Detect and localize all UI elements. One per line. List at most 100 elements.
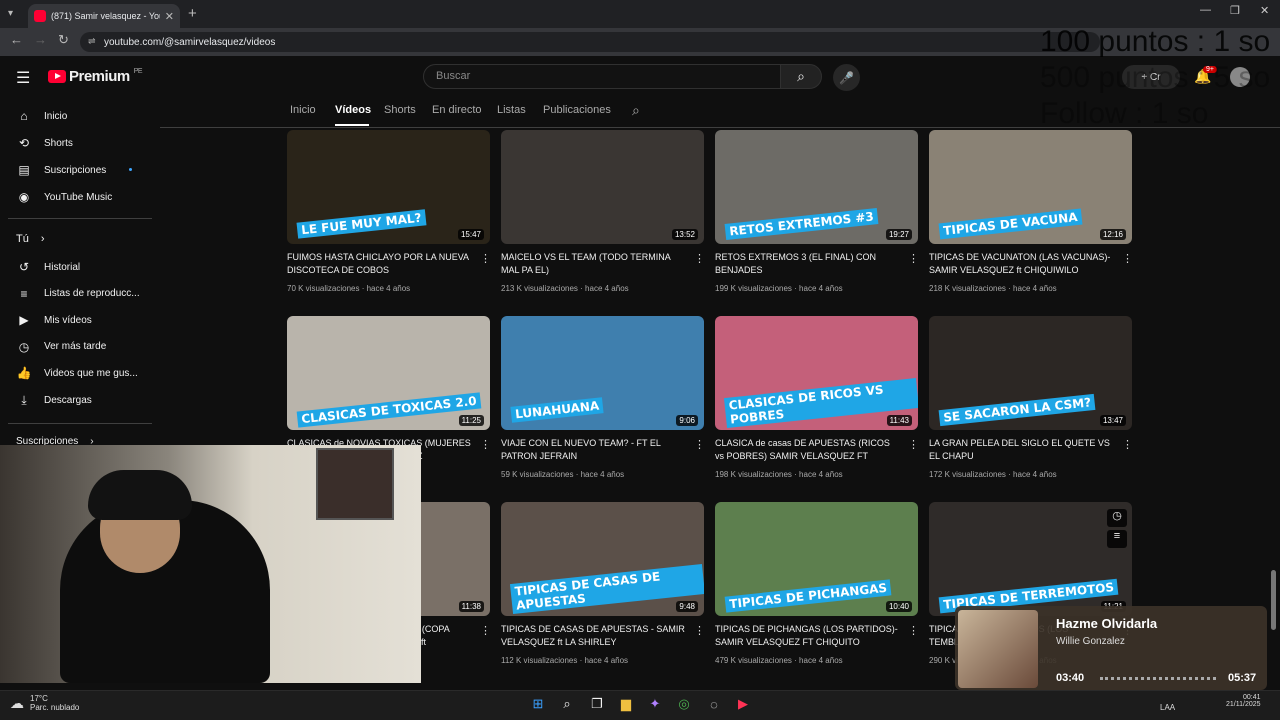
scrollbar-thumb[interactable] — [1271, 570, 1276, 630]
video-thumbnail[interactable]: SE SACARON LA CSM? 13:47 — [929, 316, 1132, 430]
taskbar-search-icon[interactable]: ⌕ — [559, 696, 575, 712]
channel-search-icon[interactable]: ⌕ — [632, 102, 640, 119]
like-icon: 👍 — [16, 366, 32, 381]
video-meta: 112 K visualizaciones · hace 4 años — [501, 656, 629, 665]
back-icon[interactable]: ← — [10, 32, 23, 47]
video-more-options-icon[interactable]: ⋮ — [908, 438, 919, 451]
close-window-icon[interactable]: ✕ — [1260, 4, 1269, 17]
video-thumbnail[interactable]: 13:52 — [501, 130, 704, 244]
video-more-options-icon[interactable]: ⋮ — [694, 438, 705, 451]
watch-later-hover-icon[interactable]: ◷ — [1107, 509, 1127, 527]
video-title[interactable]: MAICELO VS EL TEAM (TODO TERMINA MAL PA … — [501, 251, 686, 277]
overlay-line-1: 100 puntos : 1 so — [1040, 25, 1271, 58]
sidebar-item-shorts[interactable]: ⟲ Shorts — [16, 136, 146, 150]
sidebar-item-label: Historial — [44, 261, 81, 273]
site-info-icon[interactable]: ⇌ — [88, 36, 96, 47]
youtube-favicon-icon — [34, 10, 46, 22]
video-more-options-icon[interactable]: ⋮ — [1122, 252, 1133, 265]
tab-publicaciones[interactable]: Publicaciones — [543, 104, 611, 116]
sidebar-item-listas-de-reproducc[interactable]: ≡ Listas de reproducc... — [16, 287, 146, 301]
date: 21/11/2025 — [1226, 701, 1261, 708]
video-thumbnail[interactable]: TIPICAS DE VACUNA 12:16 — [929, 130, 1132, 244]
video-more-options-icon[interactable]: ⋮ — [908, 252, 919, 265]
thumbnail-caption: LE FUE MUY MAL? — [296, 209, 427, 239]
video-thumbnail[interactable]: TIPICAS DE PICHANGAS 10:40 — [715, 502, 918, 616]
youtube-premium-logo[interactable]: Premium PE — [48, 68, 143, 85]
video-more-options-icon[interactable]: ⋮ — [908, 624, 919, 637]
video-meta: 218 K visualizaciones · hace 4 años — [929, 284, 1057, 293]
watch-later-icon: ◷ — [18, 339, 30, 354]
search-button[interactable]: ⌕ — [780, 64, 822, 89]
copilot-icon[interactable]: ✦ — [647, 696, 663, 712]
forward-icon[interactable]: → — [34, 32, 47, 47]
video-title[interactable]: LA GRAN PELEA DEL SIGLO EL QUETE VS EL C… — [929, 437, 1114, 463]
task-view-icon[interactable]: ❐ — [589, 696, 605, 712]
tab-videos[interactable]: Vídeos — [335, 104, 371, 116]
voice-search-button[interactable]: 🎤 — [833, 64, 860, 91]
video-thumbnail[interactable]: TIPICAS DE TERREMOTOS11:21 — [929, 502, 1132, 616]
tab-search-icon[interactable]: ▾ — [8, 8, 13, 19]
total-time: 05:37 — [1228, 672, 1257, 684]
video-title[interactable]: FUIMOS HASTA CHICLAYO POR LA NUEVA DISCO… — [287, 251, 472, 277]
thumbnail-caption: RETOS EXTREMOS #3 — [724, 208, 879, 240]
sidebar-item-youtube-music[interactable]: ◉ YouTube Music — [16, 190, 146, 204]
video-views: 172 K visualizaciones — [929, 470, 1006, 479]
tab-close-icon[interactable]: ✕ — [165, 10, 174, 23]
minimize-icon[interactable]: — — [1200, 4, 1211, 16]
reload-icon[interactable]: ↻ — [58, 32, 69, 48]
media-player-icon[interactable]: ▶ — [735, 696, 751, 712]
maximize-icon[interactable]: ❐ — [1230, 4, 1240, 17]
streamer-hair — [88, 470, 192, 520]
you-label: Tú — [16, 233, 29, 245]
video-title[interactable]: TIPICAS DE CASAS DE APUESTAS - SAMIR VEL… — [501, 623, 686, 649]
clock[interactable]: 00:41 21/11/2025 — [1226, 694, 1261, 708]
video-title[interactable]: RETOS EXTREMOS 3 (EL FINAL) CON BENJADES — [715, 251, 900, 277]
video-more-options-icon[interactable]: ⋮ — [480, 438, 491, 451]
hamburger-menu-icon[interactable]: ☰ — [16, 68, 30, 88]
video-more-options-icon[interactable]: ⋮ — [1122, 438, 1133, 451]
video-views: 112 K visualizaciones — [501, 656, 578, 665]
video-title[interactable]: TIPICAS DE VACUNATON (LAS VACUNAS)- SAMI… — [929, 251, 1114, 277]
sidebar-item-inicio[interactable]: ⌂ Inicio — [16, 109, 146, 123]
video-thumbnail[interactable]: LUNAHUANA 9:06 — [501, 316, 704, 430]
file-explorer-icon[interactable]: ▆ — [618, 696, 634, 712]
language-indicator[interactable]: LAA — [1160, 703, 1175, 712]
tab-listas[interactable]: Listas — [497, 104, 526, 116]
add-to-queue-icon[interactable]: ≡ — [1107, 530, 1127, 548]
video-title[interactable]: VIAJE CON EL NUEVO TEAM? - FT EL PATRON … — [501, 437, 686, 463]
sidebar-item-label: Inicio — [44, 110, 68, 122]
video-thumbnail[interactable]: CLASICAS DE TOXICAS 2.0 11:25 — [287, 316, 490, 430]
video-title[interactable]: CLASICA de casas DE APUESTAS (RICOS vs P… — [715, 437, 900, 463]
video-thumbnail[interactable]: CLASICAS DE RICOS VS POBRES 11:43 — [715, 316, 918, 430]
sidebar-you-header[interactable]: Tú › — [16, 233, 146, 245]
video-thumbnail[interactable]: LE FUE MUY MAL? 15:47 — [287, 130, 490, 244]
new-tab-button[interactable]: + — [188, 5, 197, 22]
chrome-icon[interactable]: ◎ — [676, 696, 692, 712]
video-age: hace 4 años — [585, 284, 629, 293]
video-more-options-icon[interactable]: ⋮ — [694, 252, 705, 265]
sidebar-item-ver-m-s-tarde[interactable]: ◷ Ver más tarde — [16, 340, 146, 354]
video-title[interactable]: TIPICAS DE PICHANGAS (LOS PARTIDOS)- SAM… — [715, 623, 900, 649]
shorts-icon: ⟲ — [18, 136, 30, 150]
video-thumbnail[interactable]: RETOS EXTREMOS #3 19:27 — [715, 130, 918, 244]
sidebar-item-videos-que-me-gus[interactable]: 👍 Videos que me gus... — [16, 366, 146, 380]
tab-inicio[interactable]: Inicio — [290, 104, 316, 116]
weather-widget[interactable]: ☁ 17°C Parc. nublado — [10, 694, 79, 712]
video-thumbnail[interactable]: TIPICAS DE CASAS DE APUESTAS 9:48 — [501, 502, 704, 616]
sidebar-item-descargas[interactable]: ⤓ Descargas — [16, 393, 146, 408]
sidebar-item-mis-v-deos[interactable]: ▶ Mis vídeos — [16, 313, 146, 327]
video-duration: 11:25 — [458, 415, 484, 426]
sidebar-item-historial[interactable]: ↺ Historial — [16, 260, 146, 274]
video-more-options-icon[interactable]: ⋮ — [694, 624, 705, 637]
obs-icon[interactable]: ◌ — [706, 696, 722, 712]
video-more-options-icon[interactable]: ⋮ — [480, 624, 491, 637]
search-input[interactable]: Buscar — [423, 64, 781, 89]
video-age: hace 4 años — [1013, 470, 1057, 479]
video-more-options-icon[interactable]: ⋮ — [480, 252, 491, 265]
browser-tab[interactable]: (871) Samir velasquez - YouTub ✕ — [28, 4, 180, 28]
sidebar-item-suscripciones[interactable]: ▤ Suscripciones — [16, 163, 146, 177]
tab-en-directo[interactable]: En directo — [432, 104, 482, 116]
start-icon[interactable]: ⊞ — [530, 696, 546, 712]
address-bar[interactable]: ⇌ youtube.com/@samirvelasquez/videos — [80, 32, 1100, 52]
tab-shorts[interactable]: Shorts — [384, 104, 416, 116]
